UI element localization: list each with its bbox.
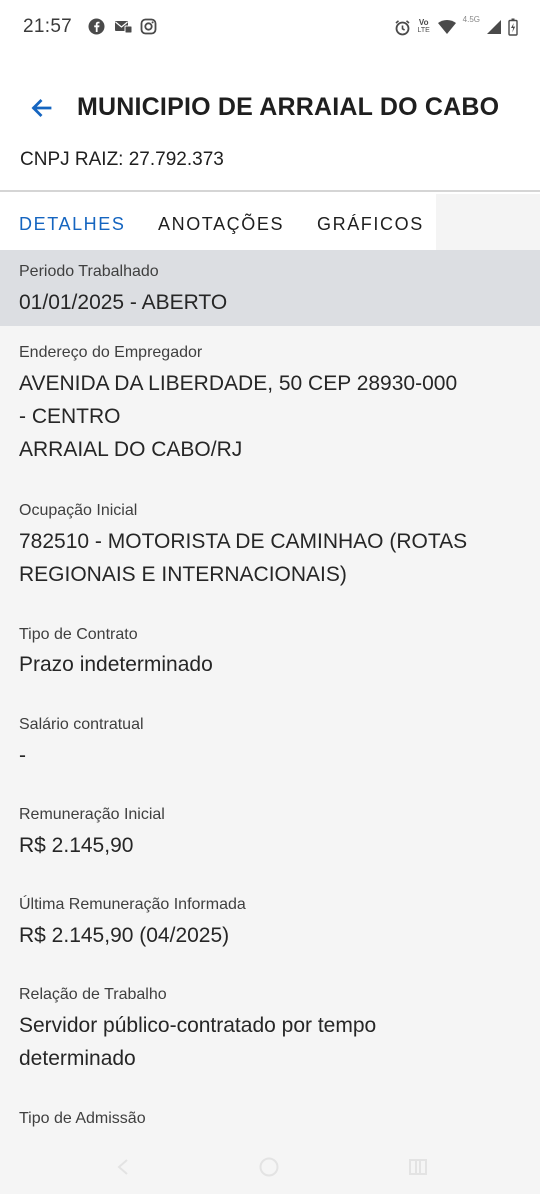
value-line: ARRAIAL DO CABO/RJ	[19, 438, 243, 461]
field-label-ultima-remuneracao: Última Remuneração Informada	[19, 896, 246, 913]
value-line: 01/01/2025 - ABERTO	[19, 291, 228, 314]
volte-icon: Vo LTE	[417, 18, 430, 35]
value-line: R$ 2.145,90	[19, 834, 134, 857]
field-value-relacao-trabalho: Servidor público-contratado por tempo de…	[19, 1009, 524, 1075]
arrow-left-icon	[30, 98, 52, 118]
alarm-icon	[394, 19, 411, 36]
back-nav-icon	[115, 1157, 131, 1177]
field-label-periodo: Periodo Trabalhado	[19, 263, 159, 280]
value-line: Servidor público-contratado por tempo	[19, 1014, 377, 1037]
instagram-icon	[140, 18, 157, 35]
field-value-periodo: 01/01/2025 - ABERTO	[19, 286, 524, 319]
notification-icons	[88, 18, 157, 35]
value-line: AVENIDA DA LIBERDADE, 50 CEP 28930-000	[19, 372, 458, 395]
status-bar: 21:57 Vo LTE 4.5G	[0, 0, 540, 56]
system-status-icons: Vo LTE 4.5G	[394, 15, 518, 36]
tab-strip: DETALHES ANOTAÇÕES GRÁFICOS	[0, 194, 436, 250]
value-line: R$ 2.145,90 (04/2025)	[19, 924, 230, 947]
mail-icon	[114, 18, 133, 35]
battery-icon	[508, 18, 518, 36]
cnpj-subtitle: CNPJ RAIZ: 27.792.373	[20, 149, 224, 170]
field-label-tipo-contrato: Tipo de Contrato	[19, 626, 138, 643]
value-line: Prazo indeterminado	[19, 653, 213, 676]
back-button[interactable]	[26, 96, 56, 120]
app-header: MUNICIPIO DE ARRAIAL DO CABO CNPJ RAIZ: …	[0, 56, 540, 192]
nav-home-button[interactable]	[254, 1152, 284, 1182]
field-label-salario: Salário contratual	[19, 716, 144, 733]
system-nav-bar	[0, 1140, 540, 1194]
field-value-endereco: AVENIDA DA LIBERDADE, 50 CEP 28930-000 -…	[19, 367, 524, 466]
value-line: -	[19, 744, 26, 767]
nav-back-button[interactable]	[108, 1152, 138, 1182]
field-label-remuneracao-inicial: Remuneração Inicial	[19, 806, 165, 823]
field-value-ocupacao: 782510 - MOTORISTA DE CAMINHAO (ROTAS RE…	[19, 525, 524, 591]
value-line: 782510 - MOTORISTA DE CAMINHAO (ROTAS	[19, 530, 468, 553]
value-line: REGIONAIS E INTERNACIONAIS)	[19, 563, 347, 586]
value-line: determinado	[19, 1047, 136, 1070]
nav-recents-button[interactable]	[403, 1152, 433, 1182]
field-label-tipo-admissao: Tipo de Admissão	[19, 1110, 146, 1127]
home-nav-icon	[258, 1156, 280, 1178]
tab-bar: DETALHES ANOTAÇÕES GRÁFICOS	[0, 194, 540, 250]
wifi-icon	[437, 19, 457, 36]
field-label-relacao-trabalho: Relação de Trabalho	[19, 986, 167, 1003]
field-value-salario: -	[19, 739, 524, 772]
field-value-tipo-contrato: Prazo indeterminado	[19, 648, 524, 681]
tab-anotacoes[interactable]: ANOTAÇÕES	[158, 214, 284, 235]
field-value-ultima-remuneracao: R$ 2.145,90 (04/2025)	[19, 919, 524, 952]
page-title: MUNICIPIO DE ARRAIAL DO CABO	[77, 93, 500, 121]
details-content: Periodo Trabalhado 01/01/2025 - ABERTO E…	[0, 250, 540, 1194]
network-type-label: 4.5G	[462, 15, 480, 24]
tab-graficos[interactable]: GRÁFICOS	[317, 214, 424, 235]
status-time: 21:57	[23, 16, 73, 37]
field-label-ocupacao: Ocupação Inicial	[19, 502, 138, 519]
facebook-icon	[88, 18, 105, 35]
value-line: - CENTRO	[19, 405, 121, 428]
field-label-endereco: Endereço do Empregador	[19, 344, 203, 361]
tab-detalhes[interactable]: DETALHES	[19, 214, 126, 235]
recents-nav-icon	[407, 1156, 429, 1178]
field-value-remuneracao-inicial: R$ 2.145,90	[19, 829, 524, 862]
signal-icon	[486, 19, 502, 36]
